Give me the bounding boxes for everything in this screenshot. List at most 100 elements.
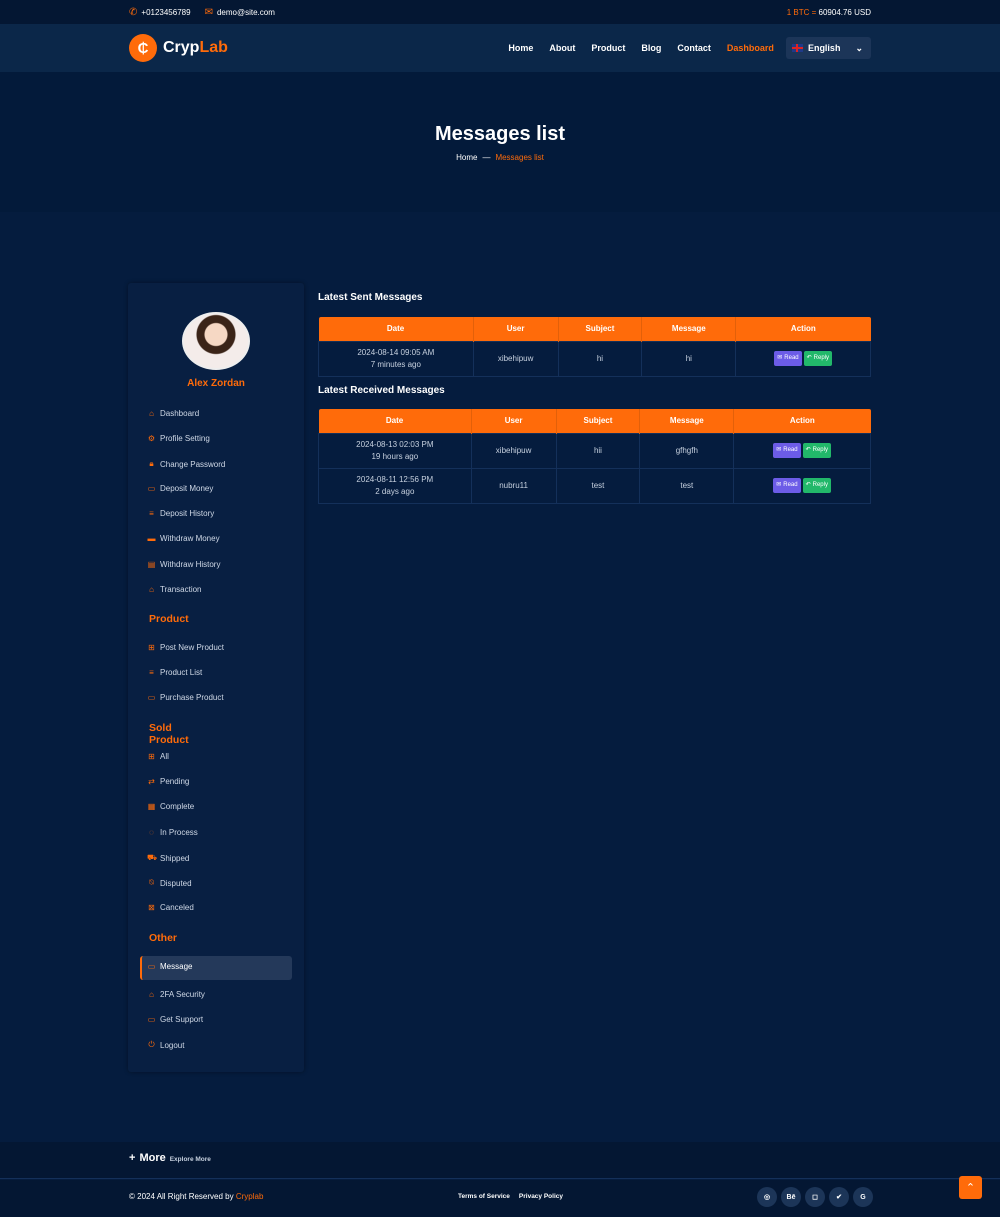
sidebar-item-withdraw-history[interactable]: ▤ Withdraw History [147,560,221,569]
reply-button[interactable]: ↶ Reply [802,443,831,458]
close-box-icon: ⊠ [148,903,155,912]
wallet-icon: ▭ [147,484,156,493]
table-icon: ▦ [147,802,156,811]
received-messages-table: Date User Subject Message Action 2024-08… [318,409,871,504]
sidebar-item-transaction[interactable]: ⌂ Transaction [147,585,201,594]
spinner-icon: ◌ [149,828,154,837]
sidebar-item-purchase-product[interactable]: ▭ Purchase Product [147,693,224,702]
date-cell: 2024-08-14 09:05 AM 7 minutes ago [318,340,474,377]
table-row: 2024-08-14 09:05 AM 7 minutes ago xibehip… [318,340,871,377]
nav-about[interactable]: About [549,43,575,53]
email-contact[interactable]: ✉ demo@site.com [205,7,275,18]
twitter-icon[interactable]: ✔ [829,1187,849,1207]
user-cell: xibehipuw [470,432,557,469]
sidebar-item-get-support[interactable]: ▭ Get Support [147,1015,203,1024]
privacy-link[interactable]: Privacy Policy [519,1193,563,1200]
reply-button[interactable]: ↶ Reply [803,351,832,366]
chevron-down-icon: ⌄ [855,42,863,53]
explore-more-label: Explore More [169,1156,211,1163]
action-cell: ✉ Read ↶ Reply [733,467,871,504]
chat-icon: ▭ [147,962,156,971]
nav-contact[interactable]: Contact [677,43,711,53]
avatar [182,312,250,370]
sidebar-item-deposit-money[interactable]: ▭ Deposit Money [147,484,214,493]
footer-links: Terms of Service Privacy Policy [458,1193,563,1200]
btc-label: 1 BTC = [786,7,817,17]
sidebar-item-logout[interactable]: ⏻ Logout [147,1040,184,1050]
sidebar-item-sold-in-process[interactable]: ◌ In Process [147,828,198,837]
copyright: © 2024 All Right Reserved by Cryplab [129,1192,264,1201]
column-header-subject: Subject [558,317,643,341]
sidebar-heading-other: Other [149,932,178,944]
breadcrumb-home[interactable]: Home [456,153,477,162]
nav-blog[interactable]: Blog [641,43,661,53]
column-header-user: User [473,317,559,341]
sidebar-item-profile-setting[interactable]: ⚙ Profile Setting [147,434,210,443]
sidebar-item-sold-all[interactable]: ⊞ All [147,752,169,761]
breadcrumb: Home — Messages list [456,153,544,162]
sidebar-item-change-password[interactable]: 🔒︎ Change Password [147,459,225,469]
sidebar-item-sold-pending[interactable]: ⇄ Pending [147,777,189,786]
reply-icon: ↶ [805,447,811,454]
scroll-to-top-button[interactable]: ⌃ [959,1176,982,1199]
main-navbar: ₵ CrypLab Home About Product Blog Contac… [0,24,1000,72]
exchange-icon: ⇄ [148,777,155,786]
column-header-subject: Subject [556,409,641,433]
sidebar-item-2fa-security[interactable]: ⌂ 2FA Security [147,990,205,999]
brand-link[interactable]: Cryplab [236,1192,264,1201]
site-logo[interactable]: ₵ CrypLab [129,34,228,62]
tag-icon: ⊞ [148,643,155,652]
reply-button[interactable]: ↶ Reply [802,478,831,493]
reply-icon: ↶ [806,355,812,362]
behance-icon[interactable]: Bē [781,1187,801,1207]
sidebar-item-dashboard[interactable]: ⌂ Dashboard [147,409,199,418]
nav-menu: Home About Product Blog Contact Dashboar… [508,37,871,59]
breadcrumb-current: Messages list [495,152,544,162]
explore-more-link[interactable]: + More Explore More [129,1152,211,1164]
subject-cell: test [555,467,641,504]
google-icon[interactable]: G [853,1187,873,1207]
sidebar-item-post-new-product[interactable]: ⊞ Post New Product [147,643,224,652]
sidebar-item-sold-canceled[interactable]: ⊠ Canceled [147,903,194,912]
received-messages-title: Latest Received Messages [318,385,445,396]
uk-flag-icon [791,44,803,52]
grid-icon: ⊞ [148,752,155,761]
nav-home[interactable]: Home [508,43,533,53]
sidebar-item-withdraw-money[interactable]: ▬ Withdraw Money [147,534,220,543]
read-button[interactable]: ✉ Read [773,443,801,458]
table-row: 2024-08-11 12:56 PM 2 days ago nubru11 te… [318,467,871,504]
sidebar-item-sold-disputed[interactable]: ⍉ Disputed [147,878,191,888]
phone-icon: ✆ [129,6,138,18]
bag-icon: ▭ [147,693,156,702]
reply-icon: ↶ [805,482,811,489]
language-select[interactable]: English ⌄ [785,37,871,59]
social-links: ◎ Bē ◻ ✔ G [757,1187,873,1207]
terms-link[interactable]: Terms of Service [458,1193,510,1200]
date-cell: 2024-08-13 02:03 PM 19 hours ago [318,432,472,469]
column-header-date: Date [318,317,474,341]
nav-dashboard[interactable]: Dashboard [727,43,774,53]
sent-messages-title: Latest Sent Messages [318,292,423,303]
instagram-icon[interactable]: ◻ [805,1187,825,1207]
plus-icon: + [129,1152,136,1164]
user-cell: nubru11 [470,467,557,504]
truck-icon: ⛟ [147,853,158,862]
action-cell: ✉ Read ↶ Reply [733,432,871,469]
sidebar-item-sold-complete[interactable]: ▦ Complete [147,802,195,811]
btc-value: 60904.76 USD [818,7,871,17]
sidebar-item-deposit-history[interactable]: ≡ Deposit History [147,509,214,518]
sidebar-item-message[interactable]: ▭ Message [147,962,193,971]
bell-slash-icon: ⍉ [149,878,154,887]
logout-icon: ⏻ [148,1040,155,1049]
sidebar-item-sold-shipped[interactable]: ⛟ Shipped [147,853,189,863]
read-button[interactable]: ✉ Read [774,351,802,366]
breadcrumb-separator: — [482,152,491,162]
nav-product[interactable]: Product [591,43,625,53]
mail-icon: ✉ [204,6,213,18]
sidebar-item-product-list[interactable]: ≡ Product List [147,668,202,677]
ticket-icon: ▭ [147,1015,156,1024]
read-button[interactable]: ✉ Read [773,478,801,493]
sidebar-heading-product: Product [149,613,189,625]
phone-contact[interactable]: ✆ +0123456789 [129,7,191,18]
dribbble-icon[interactable]: ◎ [757,1187,777,1207]
